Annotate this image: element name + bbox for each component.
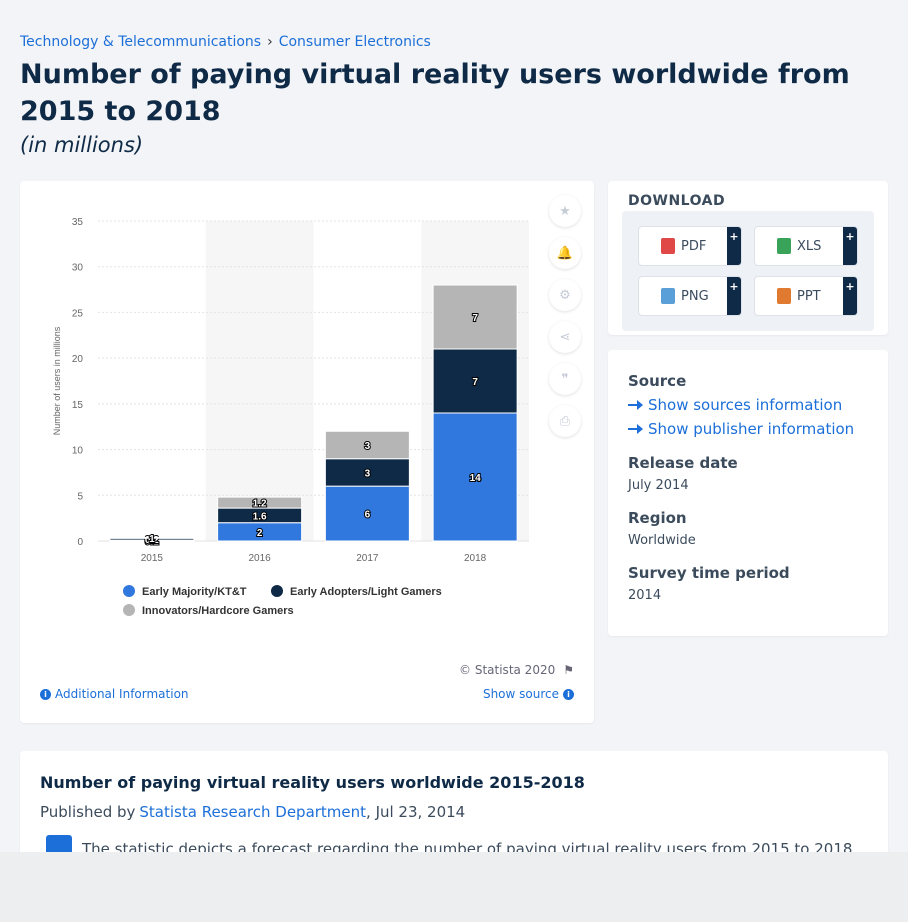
published-by-label: Published by	[40, 803, 136, 821]
category-band	[205, 221, 314, 541]
breadcrumb-separator: ›	[267, 34, 273, 50]
gear-icon[interactable]: ⚙	[549, 279, 581, 311]
additional-info-label: Additional Information	[55, 687, 189, 701]
page-subtitle: (in millions)	[20, 133, 144, 157]
published-date: , Jul 23, 2014	[366, 803, 466, 821]
x-tick-label: 2015	[141, 553, 164, 564]
ppt-file-icon	[777, 288, 791, 304]
share-icon[interactable]: ⋖	[549, 321, 581, 353]
png-label: PNG	[681, 288, 709, 304]
y-tick-label: 30	[72, 263, 84, 274]
plus-icon[interactable]: +	[843, 227, 857, 265]
legend-label: Early Adopters/Light Gamers	[290, 586, 442, 598]
x-tick-label: 2016	[249, 553, 272, 564]
ppt-label: PPT	[797, 288, 821, 304]
download-xls-button[interactable]: XLS +	[754, 226, 858, 266]
x-tick-label: 2017	[356, 553, 379, 564]
star-icon[interactable]: ★	[549, 195, 581, 227]
data-label: 6	[365, 510, 371, 521]
show-sources-link[interactable]: Show sources information	[628, 396, 842, 414]
published-by: Published by Statista Research Departmen…	[40, 803, 465, 821]
info-icon: i	[40, 688, 51, 700]
y-axis-label: Number of users in millions	[52, 326, 62, 435]
info-icon: i	[563, 688, 574, 700]
data-label: 1.2	[253, 499, 267, 510]
plus-icon[interactable]: +	[727, 227, 741, 265]
data-label: 3	[365, 468, 371, 479]
legend-marker	[123, 604, 135, 616]
pdf-file-icon	[661, 238, 675, 254]
download-panel: PDF + XLS + PNG + PPT +	[622, 211, 874, 331]
breadcrumb-technology[interactable]: Technology & Telecommunications	[20, 34, 261, 50]
show-publisher-link[interactable]: Show publisher information	[628, 420, 854, 438]
y-tick-label: 35	[72, 217, 84, 228]
data-label: 1.6	[253, 511, 267, 522]
flag-icon[interactable]: ⚑	[563, 663, 574, 677]
download-heading: DOWNLOAD	[628, 193, 726, 209]
show-publisher-label: Show publisher information	[648, 420, 855, 438]
show-source-link[interactable]: Show source i	[483, 687, 574, 701]
download-card: DOWNLOAD PDF + XLS + PNG + PPT +	[608, 181, 888, 335]
legend-label: Innovators/Hardcore Gamers	[142, 605, 294, 617]
plus-icon[interactable]: +	[843, 277, 857, 315]
legend-marker	[271, 585, 283, 597]
x-tick-label: 2018	[464, 553, 487, 564]
chart-card: 0 5 10 15 20 25 30 35 Number of users in million…	[20, 181, 594, 723]
breadcrumb: Technology & Telecommunications › Consum…	[20, 34, 431, 50]
source-label: Source	[628, 372, 687, 390]
additional-info-link[interactable]: i Additional Information	[40, 687, 189, 701]
survey-period-value: 2014	[628, 588, 662, 603]
release-date-label: Release date	[628, 454, 738, 472]
show-source-label: Show source	[482, 687, 559, 701]
description-title: Number of paying virtual reality users w…	[40, 773, 585, 792]
y-tick-label: 20	[72, 354, 84, 365]
info-card: Source Show sources information Show pub…	[608, 350, 888, 636]
print-icon[interactable]: ⎙	[549, 405, 581, 437]
data-label: 2	[257, 528, 263, 539]
chart-tools: ★ 🔔 ⚙ ⋖ ❞ ⎙	[549, 195, 581, 447]
y-tick-label: 25	[72, 308, 84, 319]
legend-label: Early Majority/KT&T	[142, 586, 247, 598]
copyright-text: © Statista 2020	[459, 663, 556, 677]
bottom-banner	[0, 852, 908, 922]
data-label: 1	[149, 534, 155, 545]
xls-label: XLS	[797, 238, 822, 254]
plus-icon[interactable]: +	[727, 277, 741, 315]
quote-icon[interactable]: ❞	[549, 363, 581, 395]
data-label: 3	[365, 441, 371, 452]
arrow-right-icon	[628, 400, 643, 410]
y-tick-label: 0	[77, 537, 83, 548]
survey-period-label: Survey time period	[628, 564, 790, 582]
copyright: © Statista 2020 ⚑	[459, 663, 574, 677]
release-date-value: July 2014	[628, 478, 689, 493]
page-title: Number of paying virtual reality users w…	[20, 59, 850, 127]
y-tick-label: 10	[72, 446, 84, 457]
download-png-button[interactable]: PNG +	[638, 276, 742, 316]
description-card: Number of paying virtual reality users w…	[20, 751, 888, 861]
y-tick-label: 5	[77, 491, 83, 502]
breadcrumb-consumer-electronics[interactable]: Consumer Electronics	[279, 34, 431, 50]
region-label: Region	[628, 509, 687, 527]
bell-icon[interactable]: 🔔	[549, 237, 581, 269]
png-file-icon	[661, 288, 675, 304]
author-link[interactable]: Statista Research Department	[139, 803, 366, 821]
arrow-right-icon	[628, 424, 643, 434]
data-label: 14	[470, 473, 482, 484]
legend-marker	[123, 585, 135, 597]
xls-file-icon	[777, 238, 791, 254]
data-label: 7	[472, 377, 478, 388]
region-value: Worldwide	[628, 533, 696, 548]
download-pdf-button[interactable]: PDF +	[638, 226, 742, 266]
show-sources-label: Show sources information	[648, 396, 843, 414]
chart: 0 5 10 15 20 25 30 35 Number of users in million…	[52, 217, 529, 617]
data-label: 7	[472, 313, 478, 324]
download-ppt-button[interactable]: PPT +	[754, 276, 858, 316]
y-tick-label: 15	[72, 400, 84, 411]
pdf-label: PDF	[681, 238, 707, 254]
